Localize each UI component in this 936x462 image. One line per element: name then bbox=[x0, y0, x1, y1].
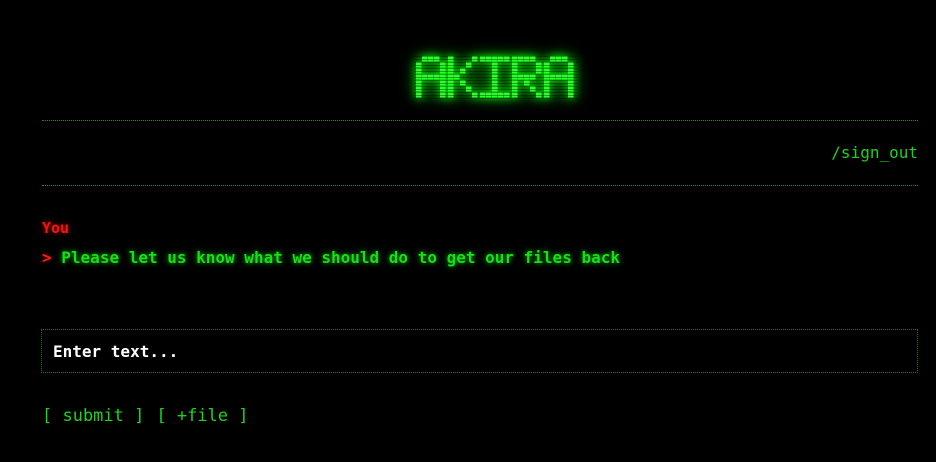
logo-scanline bbox=[414, 89, 578, 90]
message-line: > Please let us know what we should do t… bbox=[42, 248, 620, 267]
action-bar: [ submit ] [ +file ] bbox=[42, 406, 248, 426]
logo-scanline bbox=[414, 86, 578, 87]
message-input-box bbox=[41, 329, 918, 373]
logo-scanline bbox=[414, 74, 578, 75]
logo-scanline bbox=[414, 62, 578, 63]
logo-scanline bbox=[414, 68, 578, 69]
logo-scanline bbox=[414, 98, 578, 99]
logo-scanline bbox=[414, 59, 578, 60]
logo-scanline bbox=[414, 77, 578, 78]
divider-top bbox=[42, 120, 918, 121]
logo-scanline bbox=[414, 65, 578, 66]
prompt-symbol: > bbox=[42, 248, 52, 267]
message-author: You bbox=[42, 219, 70, 237]
akira-logo bbox=[414, 52, 578, 102]
submit-button[interactable]: [ submit ] bbox=[42, 406, 144, 426]
sign-out-link[interactable]: /sign_out bbox=[831, 143, 918, 162]
logo-scanline bbox=[414, 71, 578, 72]
attach-file-button[interactable]: [ +file ] bbox=[156, 406, 248, 426]
logo-pixel-art bbox=[414, 56, 578, 99]
divider-bottom bbox=[42, 185, 918, 186]
message-input[interactable] bbox=[42, 330, 917, 372]
logo-scanline bbox=[414, 83, 578, 84]
logo-scanline bbox=[414, 95, 578, 96]
logo-scanline bbox=[414, 80, 578, 81]
logo-scanline bbox=[414, 56, 578, 57]
message-text: Please let us know what we should do to … bbox=[61, 248, 620, 267]
page: /sign_out You > Please let us know what … bbox=[0, 0, 936, 462]
logo-scanline bbox=[414, 92, 578, 93]
